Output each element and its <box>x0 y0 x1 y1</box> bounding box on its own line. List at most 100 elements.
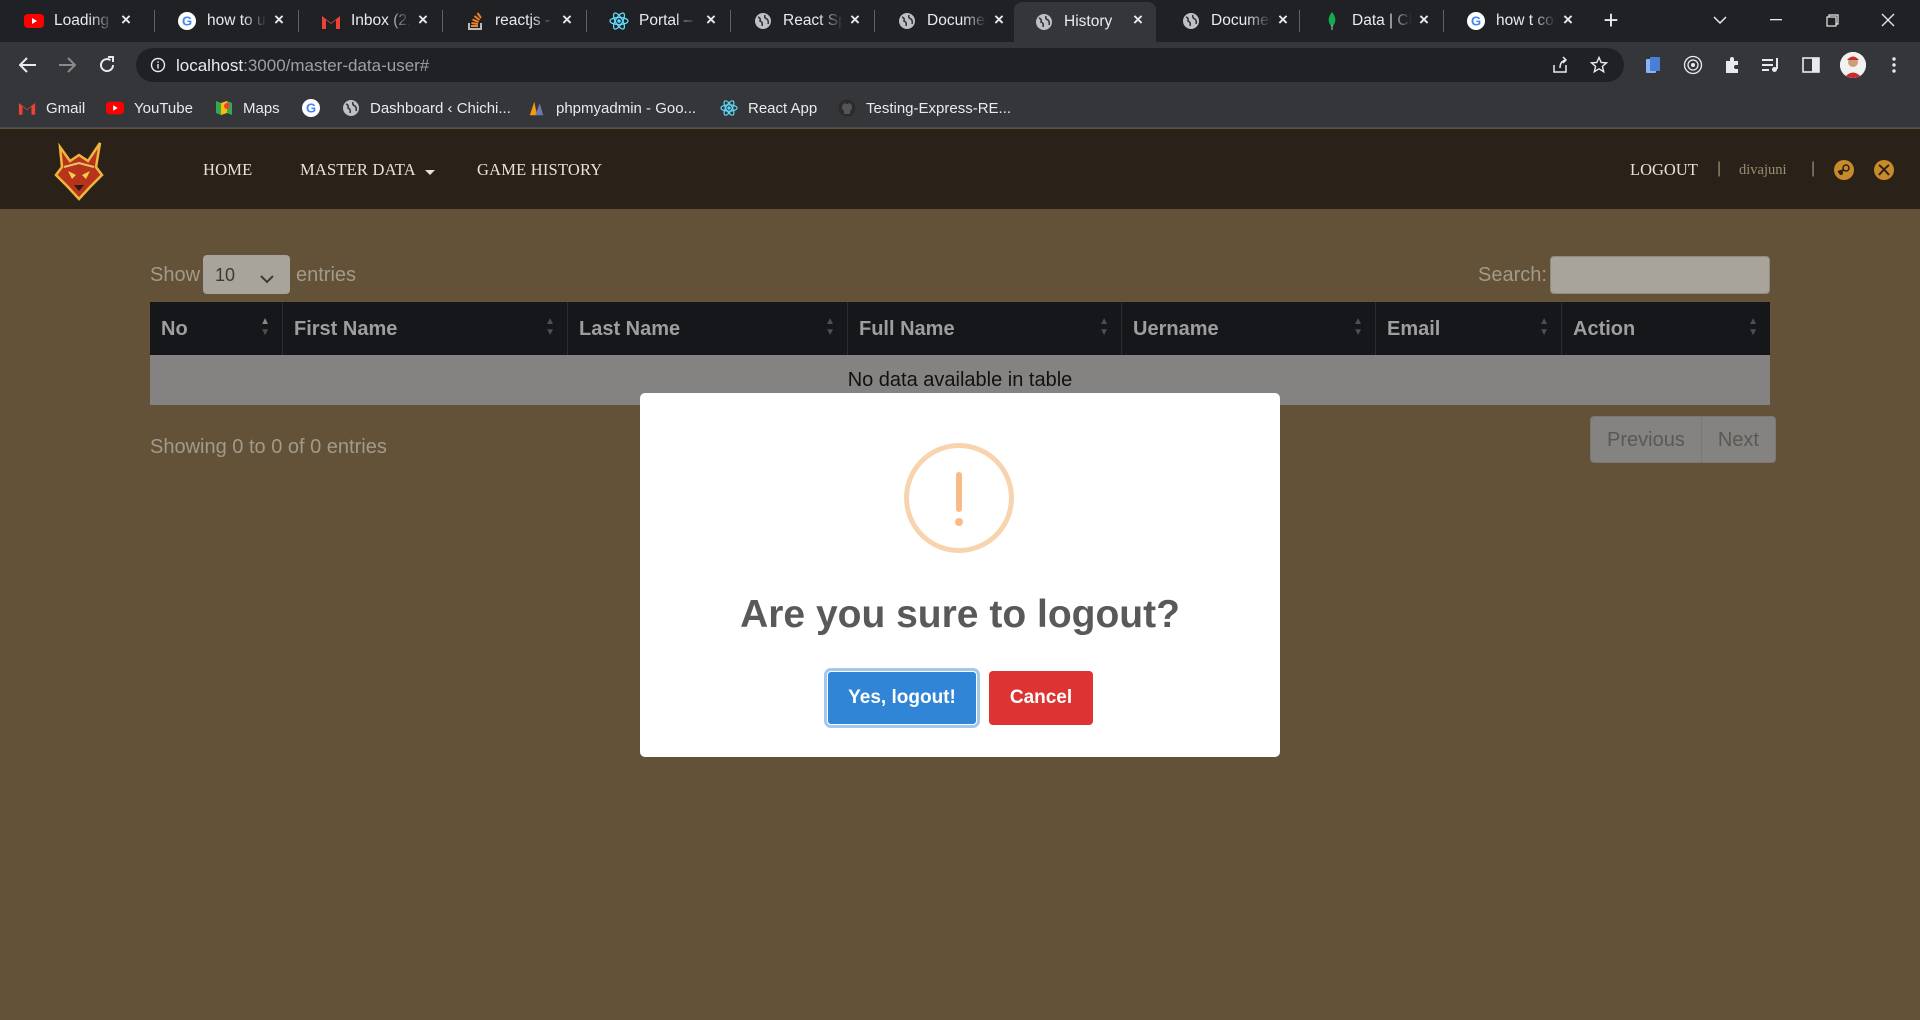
close-icon[interactable]: × <box>559 11 575 28</box>
share-icon[interactable] <box>1550 55 1570 75</box>
browser-tab[interactable]: G how t cor × <box>1446 2 1586 40</box>
tab-search-chevron-icon[interactable] <box>1692 0 1748 40</box>
next-page-button[interactable]: Next <box>1700 417 1775 462</box>
profile-avatar[interactable] <box>1840 52 1866 78</box>
bookmark-label: React App <box>748 99 818 117</box>
reload-icon[interactable] <box>93 51 121 79</box>
phpmyadmin-icon <box>528 99 546 117</box>
pagination: Previous Next <box>1590 416 1776 463</box>
close-icon[interactable]: × <box>1275 11 1291 28</box>
gmail-icon <box>321 11 341 31</box>
bookmark-label: Gmail <box>46 99 86 117</box>
close-icon[interactable]: × <box>1416 11 1432 28</box>
browser-tab[interactable]: Documen × <box>877 2 1017 40</box>
bookmark-maps[interactable]: Maps <box>215 96 280 120</box>
chrome-menu-icon[interactable] <box>1883 54 1905 76</box>
browser-tab-active[interactable]: History × <box>1014 2 1156 42</box>
logout-confirm-dialog: Are you sure to logout? Yes, logout! Can… <box>640 393 1280 757</box>
steam-icon[interactable] <box>1834 160 1854 180</box>
column-header-username[interactable]: Uername ▲ ▼ <box>1122 302 1376 355</box>
extension-docs-icon[interactable] <box>1642 54 1664 76</box>
close-icon[interactable]: × <box>847 11 863 28</box>
column-header-full-name[interactable]: Full Name ▲ ▼ <box>848 302 1122 355</box>
minimize-icon[interactable] <box>1748 0 1804 40</box>
browser-tab[interactable]: React Spi × <box>733 2 873 40</box>
xbox-icon[interactable] <box>1874 160 1894 180</box>
close-window-icon[interactable] <box>1860 0 1916 40</box>
browser-tab[interactable]: G how to us × <box>157 2 297 40</box>
site-info-icon[interactable] <box>150 57 166 73</box>
search-input[interactable] <box>1550 256 1770 294</box>
app-navbar: HOME MASTER DATA GAME HISTORY LOGOUT | d… <box>0 129 1920 209</box>
bookmark-dashboard[interactable]: Dashboard ‹ Chichi... <box>342 96 511 120</box>
back-arrow-icon[interactable] <box>14 51 42 79</box>
url-text: localhost:3000/master-data-user# <box>176 56 429 76</box>
nav-separator: | <box>1811 160 1816 177</box>
confirm-logout-button[interactable]: Yes, logout! <box>827 671 977 725</box>
browser-tab[interactable]: Documen × <box>1161 2 1301 40</box>
close-icon[interactable]: × <box>1130 11 1146 28</box>
forward-arrow-icon[interactable] <box>53 51 81 79</box>
globe-icon <box>897 11 917 31</box>
close-icon[interactable]: × <box>703 11 719 28</box>
side-panel-icon[interactable] <box>1800 54 1822 76</box>
restore-icon[interactable] <box>1804 0 1860 40</box>
nav-game-history-link[interactable]: GAME HISTORY <box>477 160 602 180</box>
search-label: Search: <box>1478 264 1547 286</box>
column-header-no[interactable]: No ▲ ▼ <box>150 302 283 355</box>
close-icon[interactable]: × <box>118 11 134 28</box>
nav-logout-link[interactable]: LOGOUT <box>1630 160 1698 180</box>
extensions-puzzle-icon[interactable] <box>1721 54 1743 76</box>
column-header-label: No <box>161 318 188 340</box>
react-icon <box>720 99 738 117</box>
sort-icon: ▲ ▼ <box>1748 316 1758 338</box>
maps-icon <box>215 99 233 117</box>
column-header-first-name[interactable]: First Name ▲ ▼ <box>283 302 568 355</box>
close-icon[interactable]: × <box>415 11 431 28</box>
browser-tab[interactable]: Data | Clo × <box>1302 2 1442 40</box>
tab-separator <box>730 10 731 32</box>
youtube-icon <box>24 11 44 31</box>
column-header-last-name[interactable]: Last Name ▲ ▼ <box>568 302 848 355</box>
browser-tab[interactable]: Inbox (2,6 × <box>301 2 441 40</box>
nav-username[interactable]: divajuni <box>1739 162 1787 179</box>
browser-tab[interactable]: Portal – R × <box>589 2 729 40</box>
tab-title: History <box>1064 13 1113 30</box>
nav-master-data-dropdown[interactable]: MASTER DATA <box>300 160 436 181</box>
star-icon[interactable] <box>1589 55 1609 75</box>
new-tab-button[interactable]: + <box>1598 7 1624 34</box>
bookmark-react-app[interactable]: React App <box>720 96 817 120</box>
bookmark-phpmyadmin[interactable]: phpmyadmin - Goo... <box>528 96 696 120</box>
logo-fox-icon[interactable] <box>50 137 108 201</box>
column-header-action[interactable]: Action ▲ ▼ <box>1562 302 1770 355</box>
sort-icon: ▲ ▼ <box>1353 316 1363 338</box>
address-bar[interactable]: localhost:3000/master-data-user# <box>136 48 1624 82</box>
users-table: No ▲ ▼ First Name ▲ ▼ Last Name ▲ ▼ Full Na… <box>150 302 1770 405</box>
browser-tab[interactable]: reactjs - R × <box>445 2 585 40</box>
bookmark-youtube[interactable]: YouTube <box>106 96 193 120</box>
entries-select[interactable]: 10 <box>203 255 290 294</box>
cancel-button[interactable]: Cancel <box>989 671 1093 725</box>
close-icon[interactable]: × <box>1560 11 1576 28</box>
previous-page-button[interactable]: Previous <box>1591 417 1701 462</box>
bookmark-google[interactable]: G <box>302 96 330 120</box>
sort-icon: ▲ ▼ <box>545 316 555 338</box>
github-icon <box>838 99 856 117</box>
close-icon[interactable]: × <box>991 11 1007 28</box>
bookmark-gmail[interactable]: Gmail <box>18 96 85 120</box>
nav-home-link[interactable]: HOME <box>203 160 252 180</box>
mongodb-icon <box>1322 11 1342 31</box>
column-header-label: Action <box>1573 318 1636 340</box>
column-header-email[interactable]: Email ▲ ▼ <box>1376 302 1562 355</box>
react-icon <box>609 11 629 31</box>
tab-title: reactjs - R <box>495 12 555 29</box>
tab-title: Documen <box>1211 12 1271 29</box>
tab-title: React Spi <box>783 12 843 29</box>
svg-text:G: G <box>1471 14 1481 29</box>
browser-tab[interactable]: Loading S × <box>4 2 144 40</box>
close-icon[interactable]: × <box>271 11 287 28</box>
media-queue-icon[interactable] <box>1760 54 1782 76</box>
warning-icon <box>904 443 1014 553</box>
bookmark-testing-express[interactable]: Testing-Express-RE... <box>838 96 1011 120</box>
extension-radar-icon[interactable] <box>1682 54 1704 76</box>
